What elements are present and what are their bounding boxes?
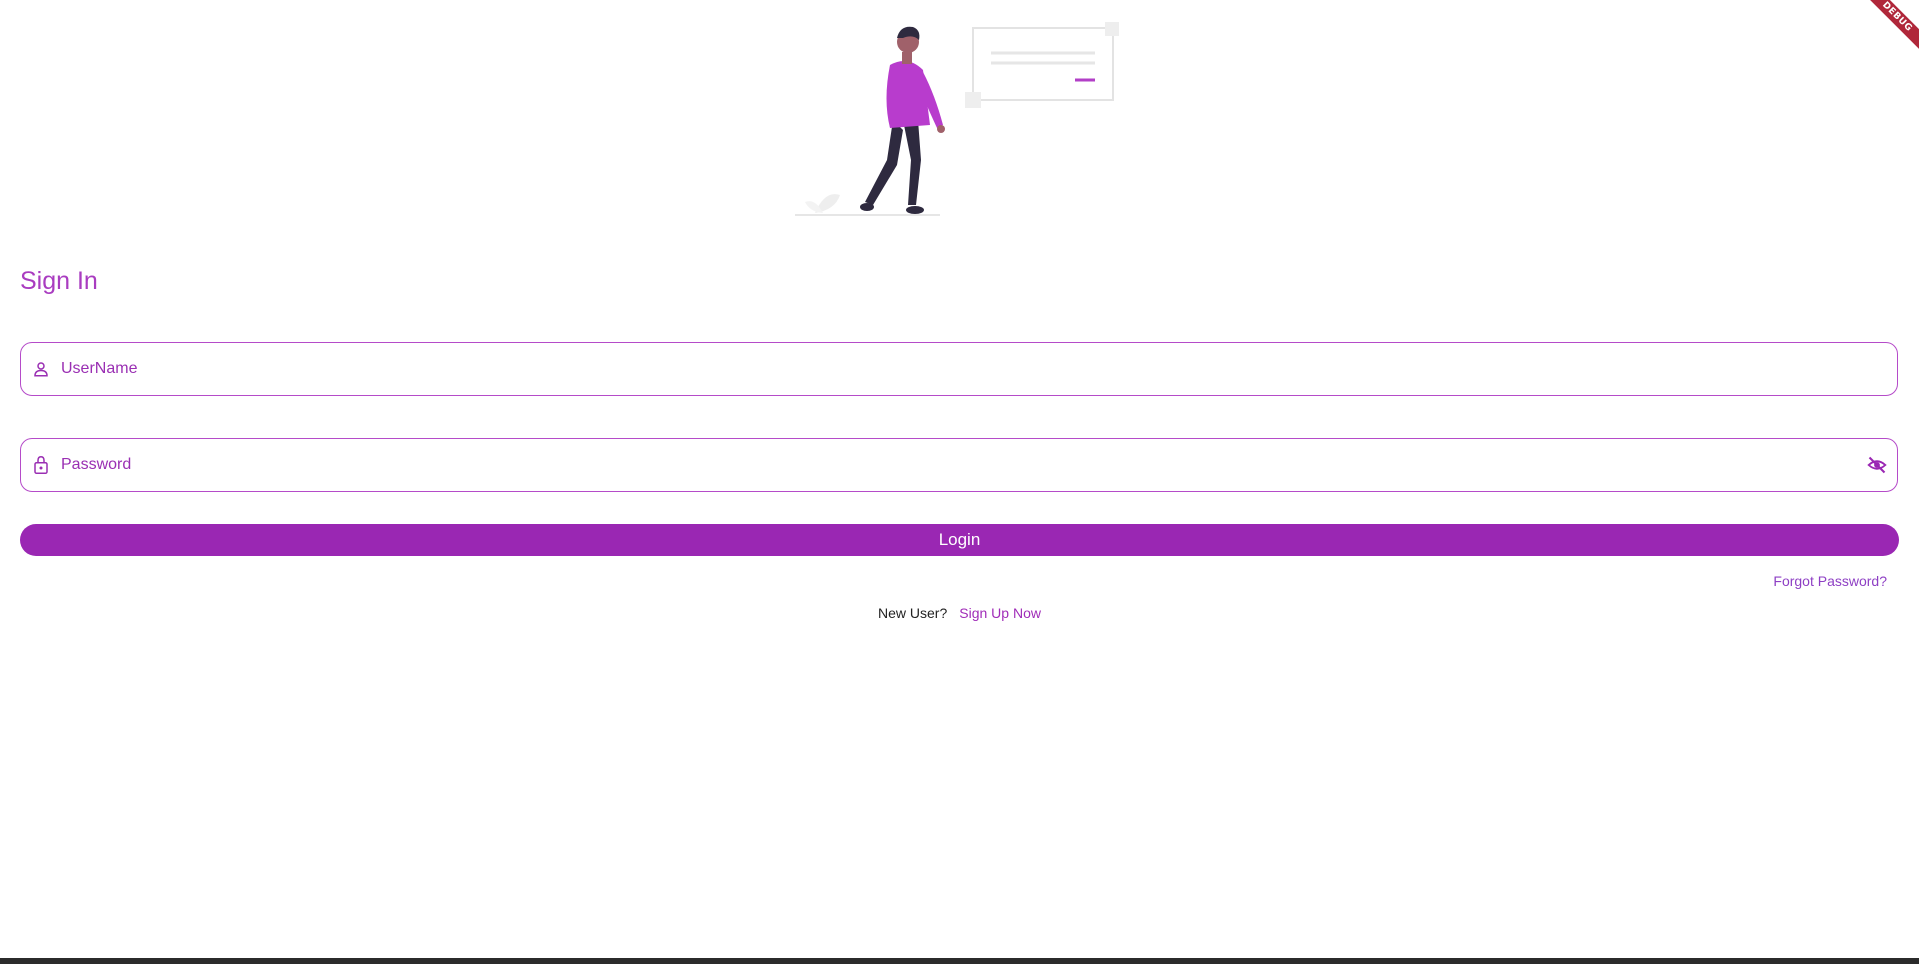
username-field[interactable]: UserName [20, 342, 1898, 396]
person-icon [31, 359, 51, 379]
bottom-bar [0, 958, 1919, 964]
lock-icon [31, 455, 51, 475]
debug-banner-label: DEBUG [1859, 0, 1919, 58]
login-page: DEBUG Sign In UserName Password Login Fo… [0, 0, 1919, 964]
sign-up-link[interactable]: Sign Up Now [959, 605, 1041, 621]
login-button[interactable]: Login [20, 524, 1899, 556]
person-walking-illustration [795, 22, 1119, 216]
signup-row: New User? Sign Up Now [0, 605, 1919, 621]
password-field[interactable]: Password [20, 438, 1898, 492]
debug-banner: DEBUG [1859, 0, 1919, 60]
new-user-label: New User? [878, 605, 948, 621]
forgot-password-link[interactable]: Forgot Password? [1773, 573, 1887, 589]
username-placeholder: UserName [61, 360, 138, 377]
page-title: Sign In [20, 267, 98, 295]
password-placeholder: Password [61, 456, 132, 473]
eye-off-icon[interactable] [1865, 453, 1889, 477]
